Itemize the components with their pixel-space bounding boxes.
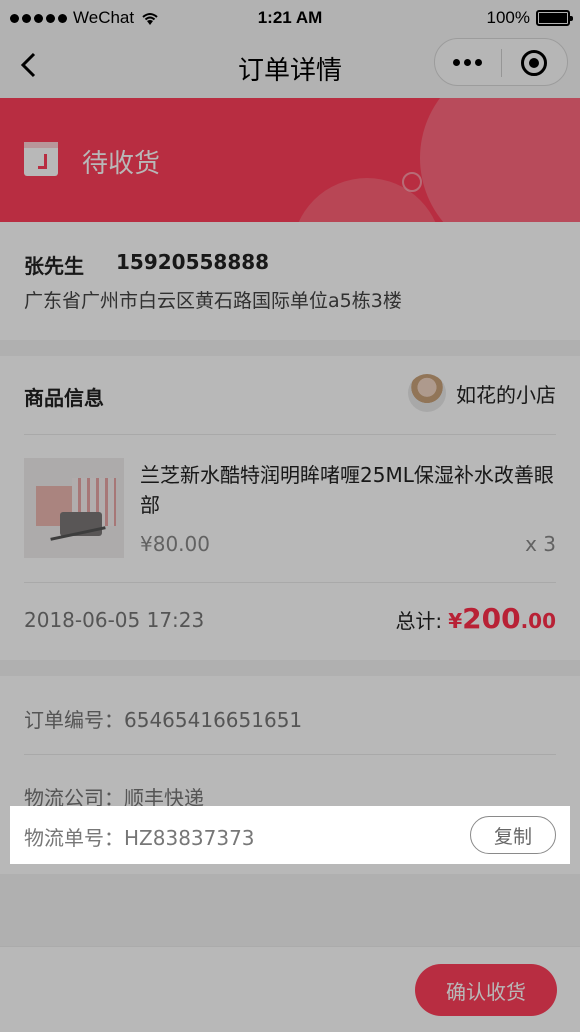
nav-bar: 订单详情 xyxy=(0,36,580,98)
tracking-number-row: 物流单号：HZ83837373 复制 xyxy=(10,806,570,864)
order-status-text: 待收货 xyxy=(82,149,161,179)
divider xyxy=(24,582,556,583)
address-section: 张先生 15920558888 广东省广州市白云区黄石路国际单位a5栋3楼 xyxy=(0,222,580,340)
goods-section: 商品信息 如花的小店 兰芝新水酷特润明眸啫喱25ML保湿补水改善眼部 ¥80.0… xyxy=(0,356,580,660)
mini-program-capsule xyxy=(434,38,568,86)
receiver-name: 张先生 xyxy=(24,254,84,278)
confirm-receipt-button[interactable]: 确认收货 xyxy=(415,964,557,1016)
receiver-phone: 15920558888 xyxy=(116,250,270,274)
total-currency: ¥ xyxy=(448,609,463,633)
close-miniprogram-icon[interactable] xyxy=(521,50,547,76)
shop-link[interactable]: 如花的小店 xyxy=(408,374,556,412)
bottom-action-bar: 确认收货 xyxy=(0,946,580,1032)
battery-percent: 100% xyxy=(486,8,530,27)
product-name[interactable]: 兰芝新水酷特润明眸啫喱25ML保湿补水改善眼部 xyxy=(140,460,560,520)
copy-button[interactable]: 复制 xyxy=(470,816,556,854)
order-total: 总计: ¥ 200 .00 xyxy=(395,602,556,635)
more-icon[interactable] xyxy=(453,59,482,66)
status-bar: WeChat 1:21 AM 100% xyxy=(0,0,580,36)
product-quantity: x 3 xyxy=(525,532,556,556)
divider xyxy=(24,434,556,435)
total-amount-decimal: .00 xyxy=(520,609,556,633)
battery-group: 100% xyxy=(486,8,573,28)
total-label: 总计: xyxy=(395,609,443,633)
decor-circle xyxy=(420,98,580,222)
shop-avatar xyxy=(408,374,446,412)
goods-section-title: 商品信息 xyxy=(24,386,104,410)
receiver-address: 广东省广州市白云区黄石路国际单位a5栋3楼 xyxy=(24,290,402,312)
order-number: 订单编号：65465416651651 xyxy=(24,708,303,732)
decor-ring xyxy=(402,172,422,192)
product-image[interactable] xyxy=(24,458,124,558)
order-status-banner: 待收货 xyxy=(0,98,580,222)
shop-name: 如花的小店 xyxy=(456,382,556,407)
order-time: 2018-06-05 17:23 xyxy=(24,608,205,632)
product-price: ¥80.00 xyxy=(140,532,210,556)
divider xyxy=(24,754,556,755)
total-amount-integer: 200 xyxy=(462,602,521,635)
calendar-icon xyxy=(24,142,58,176)
capsule-divider xyxy=(501,49,502,77)
tracking-number: 物流单号：HZ83837373 xyxy=(24,826,255,850)
battery-icon xyxy=(536,10,573,26)
